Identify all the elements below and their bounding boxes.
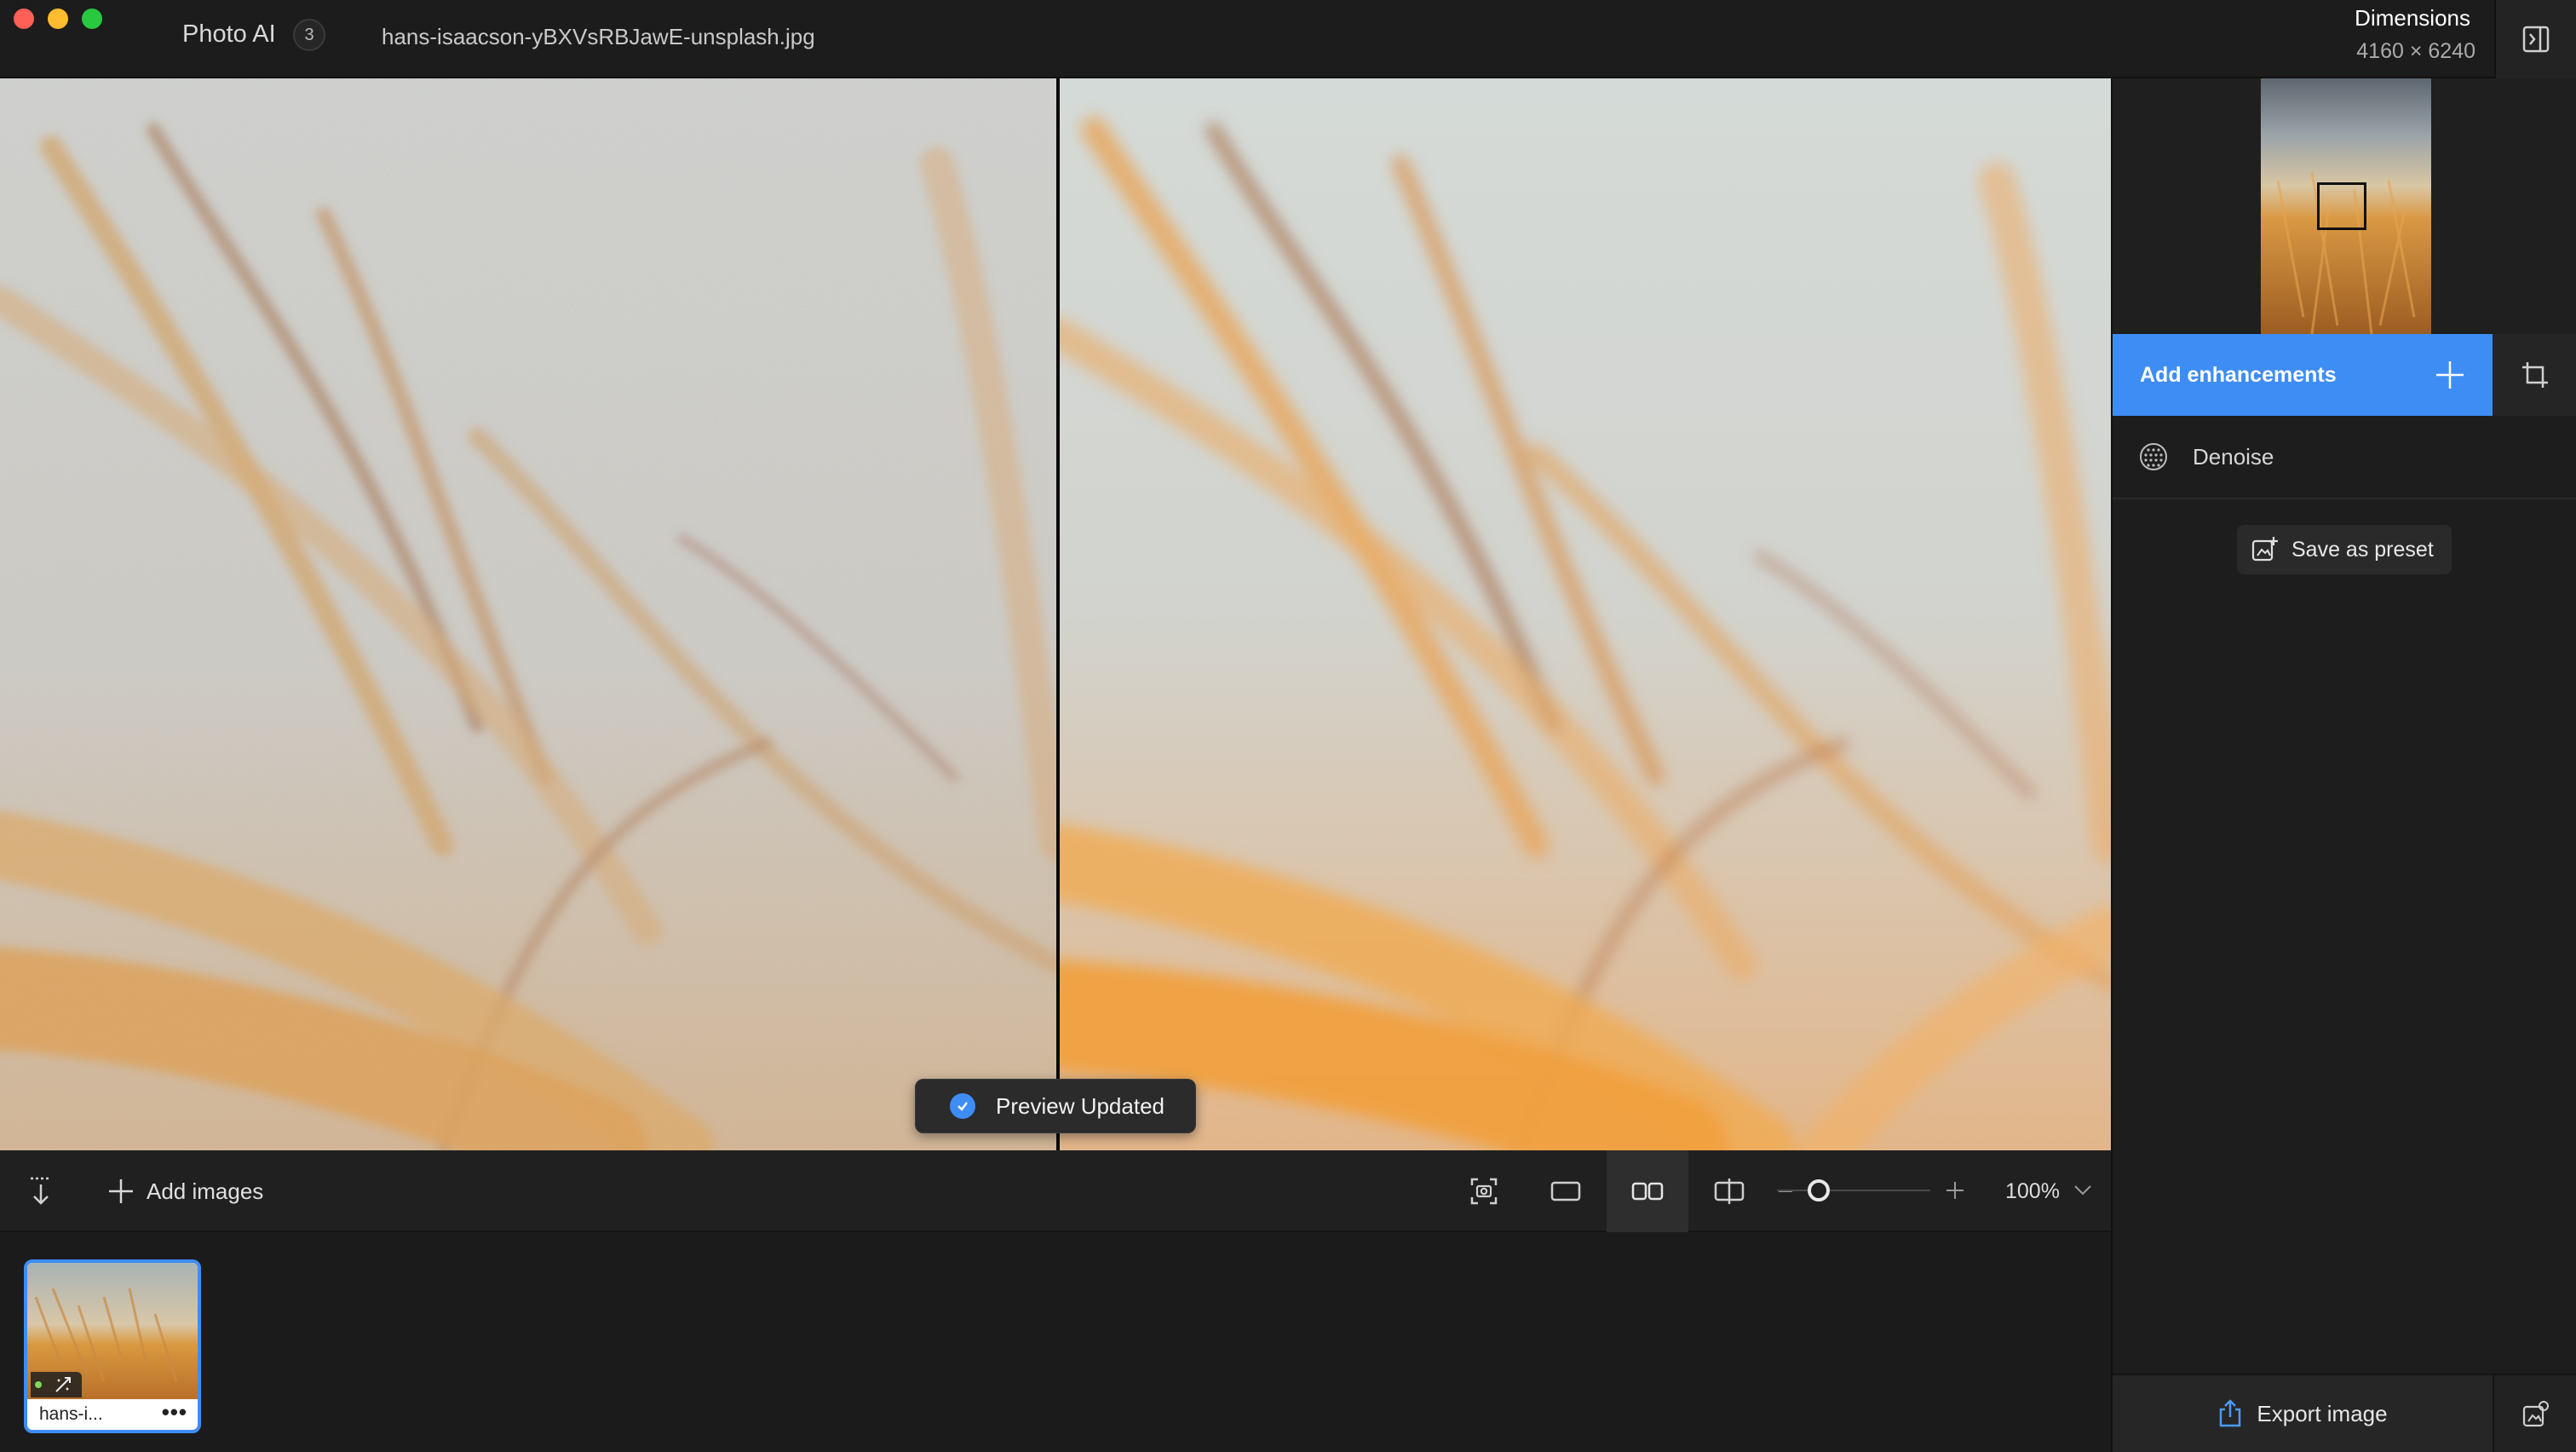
preview-updated-toast: Preview Updated — [915, 1079, 1196, 1133]
filmstrip: hans-i... ••• — [0, 1232, 2111, 1452]
add-images-button[interactable]: Add images — [107, 1150, 263, 1232]
zoom-in-icon[interactable] — [1946, 1181, 1964, 1200]
zoom-level[interactable]: 100% — [2005, 1179, 2060, 1204]
navigator-viewport-box[interactable] — [2317, 182, 2366, 230]
image-count-badge[interactable]: 3 — [293, 19, 325, 51]
navigator[interactable] — [2113, 78, 2576, 334]
add-enhancements-button[interactable]: Add enhancements — [2113, 334, 2493, 416]
dimensions-label: Dimensions — [2355, 5, 2470, 31]
crop-icon — [2522, 362, 2548, 388]
right-panel: Add enhancements Denoise Save as preset … — [2111, 78, 2576, 1452]
enhanced-image-pane[interactable] — [1060, 78, 2111, 1150]
zoom-slider-handle[interactable] — [1808, 1179, 1830, 1201]
share-upload-icon — [2220, 1399, 2241, 1427]
toast-text: Preview Updated — [996, 1092, 1164, 1119]
add-enhancements-label: Add enhancements — [2140, 362, 2337, 387]
dimensions-value: 4160 × 6240 — [2356, 39, 2475, 63]
chevron-down-icon[interactable] — [2073, 1184, 2092, 1196]
single-view-icon — [1550, 1181, 1581, 1201]
export-image-label: Export image — [2257, 1400, 2388, 1426]
zoom-window-button[interactable] — [82, 9, 102, 29]
split-view-button[interactable] — [1688, 1150, 1770, 1232]
zoom-out-icon[interactable] — [1777, 1183, 1794, 1200]
enhance-sparkle-icon — [55, 1377, 71, 1392]
enhancement-label: Denoise — [2193, 443, 2274, 470]
check-circle-icon — [950, 1093, 975, 1119]
preset-icon — [2251, 537, 2278, 562]
add-images-label: Add images — [147, 1178, 264, 1204]
plus-icon — [109, 1179, 133, 1203]
image-viewer[interactable] — [0, 78, 2111, 1150]
collapse-filmstrip-button[interactable] — [0, 1150, 82, 1232]
minimize-window-button[interactable] — [48, 9, 68, 29]
file-name: hans-isaacson-yBXVsRBJawE-unsplash.jpg — [382, 24, 815, 49]
filmstrip-thumbnail[interactable]: hans-i... ••• — [24, 1259, 201, 1433]
snapshot-button[interactable] — [1443, 1150, 1525, 1232]
original-image-pane[interactable] — [0, 78, 1056, 1150]
plus-icon — [2436, 361, 2464, 389]
single-view-button[interactable] — [1525, 1150, 1607, 1232]
side-by-side-view-button[interactable] — [1607, 1150, 1688, 1232]
enhancement-denoise[interactable]: Denoise — [2113, 416, 2576, 499]
bottom-toolbar: Add images 100% — [0, 1150, 2111, 1232]
export-settings-icon — [2522, 1401, 2549, 1427]
thumbnail-status-badge — [31, 1372, 82, 1397]
download-arrow-icon — [31, 1177, 51, 1205]
camera-focus-icon — [1470, 1178, 1498, 1205]
status-dot-icon — [35, 1381, 42, 1388]
denoise-icon — [2140, 443, 2167, 470]
side-by-side-icon — [1631, 1182, 1664, 1201]
panel-toggle-button[interactable] — [2494, 0, 2576, 78]
save-as-preset-button[interactable]: Save as preset — [2237, 525, 2452, 574]
zoom-slider-track[interactable] — [1777, 1190, 1930, 1191]
close-window-button[interactable] — [14, 9, 34, 29]
export-image-button[interactable]: Export image — [2113, 1374, 2493, 1452]
sidebar-toggle-icon — [2522, 26, 2550, 53]
more-options-icon[interactable]: ••• — [162, 1399, 187, 1426]
app-title: Photo AI — [182, 20, 276, 48]
crop-button[interactable] — [2493, 334, 2576, 416]
save-as-preset-label: Save as preset — [2291, 537, 2434, 562]
title-bar: Photo AI 3 hans-isaacson-yBXVsRBJawE-uns… — [0, 0, 2576, 78]
split-view-icon — [1714, 1178, 1745, 1204]
export-settings-button[interactable] — [2493, 1374, 2576, 1452]
thumbnail-filename: hans-i... — [39, 1404, 103, 1424]
